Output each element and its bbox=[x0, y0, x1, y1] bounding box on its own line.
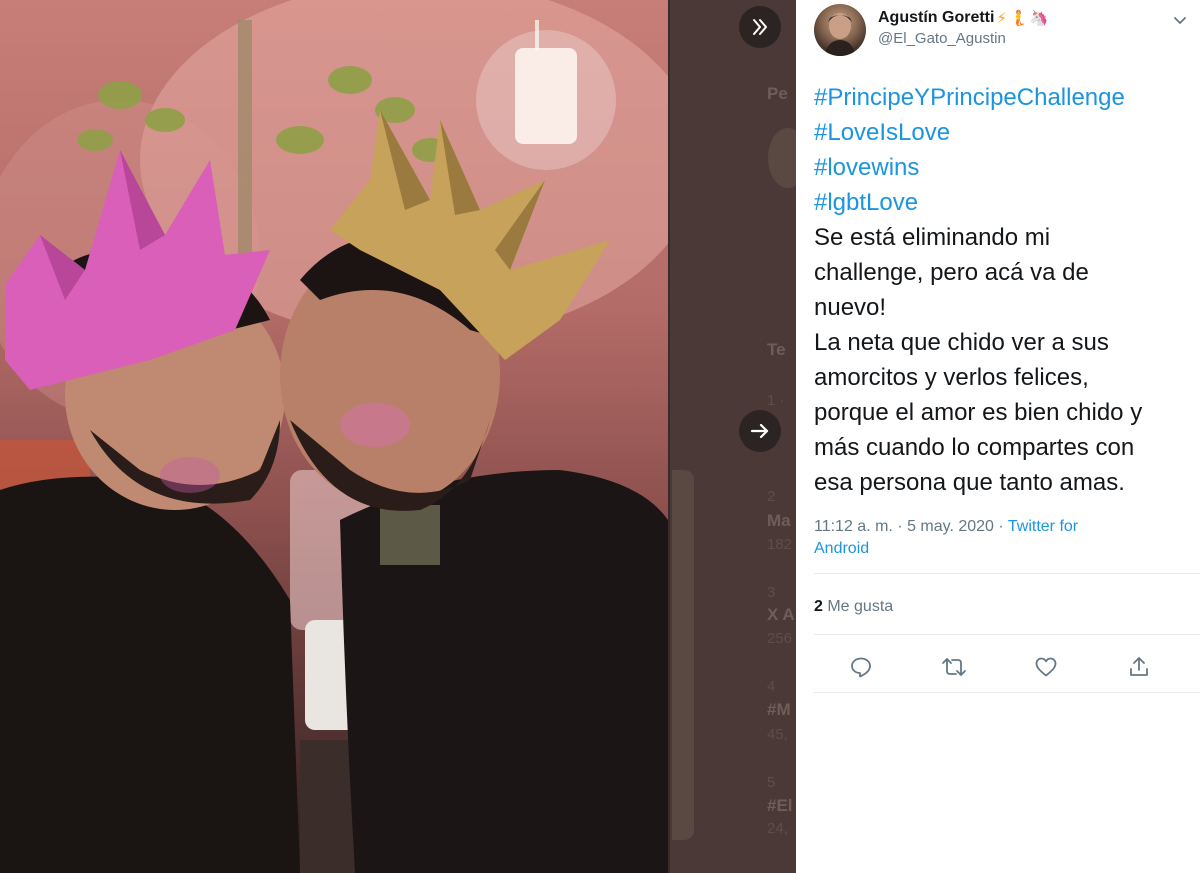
tweet-header: Agustín Goretti ⚡ 🧜 🦄 @El_Gato_Agustin bbox=[814, 4, 1200, 62]
ghost-label: 182 bbox=[767, 536, 793, 553]
ghost-label: X A bbox=[767, 605, 795, 624]
reply-button[interactable] bbox=[844, 650, 878, 684]
unicorn-emoji-icon: 🦄 bbox=[1029, 9, 1049, 27]
divider bbox=[814, 573, 1200, 574]
hashtag-link[interactable]: #PrincipeYPrincipeChallenge bbox=[814, 80, 1194, 115]
meta-separator: · bbox=[993, 518, 1008, 535]
ghost-label: Ma bbox=[767, 511, 791, 530]
retweet-icon bbox=[942, 658, 966, 676]
tweet-text-line: challenge, pero acá va de bbox=[814, 259, 1089, 286]
ghost-label: 1 · bbox=[767, 392, 785, 409]
ghost-label: #M bbox=[767, 700, 791, 719]
tweet-text-line: Se está eliminando mi bbox=[814, 224, 1051, 251]
tweet-meta: 11:12 a. m. · 5 may. 2020 · Twitter for … bbox=[814, 516, 1174, 560]
hashtag-link[interactable]: #lgbtLove bbox=[814, 185, 1194, 220]
ghost-label: #El bbox=[767, 796, 793, 815]
tweet-source-link[interactable]: Twitter for bbox=[1008, 518, 1078, 535]
ghost-label: Te bbox=[767, 340, 786, 359]
ghost-label: 256 bbox=[767, 630, 793, 647]
tweet-text-line: más cuando lo compartes con bbox=[814, 434, 1135, 461]
hashtag-link[interactable]: #lovewins bbox=[814, 150, 1194, 185]
collapse-panel-button[interactable] bbox=[739, 6, 781, 48]
tweet-text-line: amorcitos y verlos felices, bbox=[814, 364, 1089, 391]
user-block: Agustín Goretti ⚡ 🧜 🦄 @El_Gato_Agustin bbox=[878, 9, 1048, 47]
next-media-button[interactable] bbox=[739, 410, 781, 452]
tweet-time[interactable]: 11:12 a. m. bbox=[814, 518, 893, 535]
likes-label: Me gusta bbox=[822, 598, 894, 615]
ghost-label: 4 bbox=[767, 678, 776, 695]
meta-separator: · bbox=[892, 518, 908, 535]
display-name-text: Agustín Goretti bbox=[878, 9, 995, 26]
tweet-date[interactable]: 5 may. 2020 bbox=[907, 518, 994, 535]
divider bbox=[814, 634, 1200, 635]
avatar-image bbox=[824, 13, 856, 56]
ghost-avatar bbox=[768, 128, 796, 188]
retweet-button[interactable] bbox=[937, 650, 971, 684]
hashtag-link[interactable]: #LoveIsLove bbox=[814, 115, 1194, 150]
divider bbox=[814, 692, 1200, 693]
arrow-right-icon bbox=[750, 423, 769, 439]
tweet-text: #PrincipeYPrincipeChallenge #LoveIsLove … bbox=[814, 80, 1194, 500]
tweet-actions bbox=[814, 650, 1184, 684]
display-name[interactable]: Agustín Goretti ⚡ 🧜 🦄 bbox=[878, 9, 1048, 27]
share-button[interactable] bbox=[1122, 650, 1156, 684]
share-icon bbox=[1130, 657, 1148, 676]
merperson-emoji-icon: 🧜 bbox=[1008, 9, 1028, 27]
tweet-detail-panel: Agustín Goretti ⚡ 🧜 🦄 @El_Gato_Agustin #… bbox=[796, 0, 1200, 873]
tweet-text-line: nuevo! bbox=[814, 294, 887, 321]
likes-count[interactable]: 2 Me gusta bbox=[814, 598, 893, 616]
tweet-text-line: La neta que chido ver a sus bbox=[814, 329, 1109, 356]
likes-number: 2 bbox=[814, 598, 823, 615]
ghost-label: Pe bbox=[767, 84, 788, 103]
ghost-label: 2 bbox=[767, 488, 776, 505]
avatar[interactable] bbox=[814, 4, 866, 56]
ghost-label: 5 bbox=[767, 774, 776, 791]
ghost-label: 45, bbox=[767, 726, 788, 743]
photo-illustration bbox=[0, 0, 668, 873]
tweet-photo bbox=[0, 0, 668, 873]
lightning-emoji-icon: ⚡ bbox=[996, 9, 1007, 27]
double-chevron-right-icon bbox=[753, 19, 767, 35]
user-handle[interactable]: @El_Gato_Agustin bbox=[878, 30, 1048, 47]
tweet-text-line: esa persona que tanto amas. bbox=[814, 469, 1125, 496]
like-button[interactable] bbox=[1029, 650, 1063, 684]
ghost-label: 24, bbox=[767, 820, 788, 837]
heart-icon bbox=[1035, 657, 1057, 677]
ghost-label: 3 bbox=[767, 584, 776, 601]
reply-icon bbox=[851, 657, 871, 678]
tweet-text-line: porque el amor es bien chido y bbox=[814, 399, 1143, 426]
media-viewer: Pe Te 1 · 2 Ma 182 3 X A 256 4 #M 45, 5 … bbox=[0, 0, 796, 873]
ghost-card bbox=[672, 470, 694, 840]
tweet-source-link-continued[interactable]: Android bbox=[814, 540, 869, 557]
chevron-down-icon[interactable] bbox=[1172, 12, 1188, 28]
